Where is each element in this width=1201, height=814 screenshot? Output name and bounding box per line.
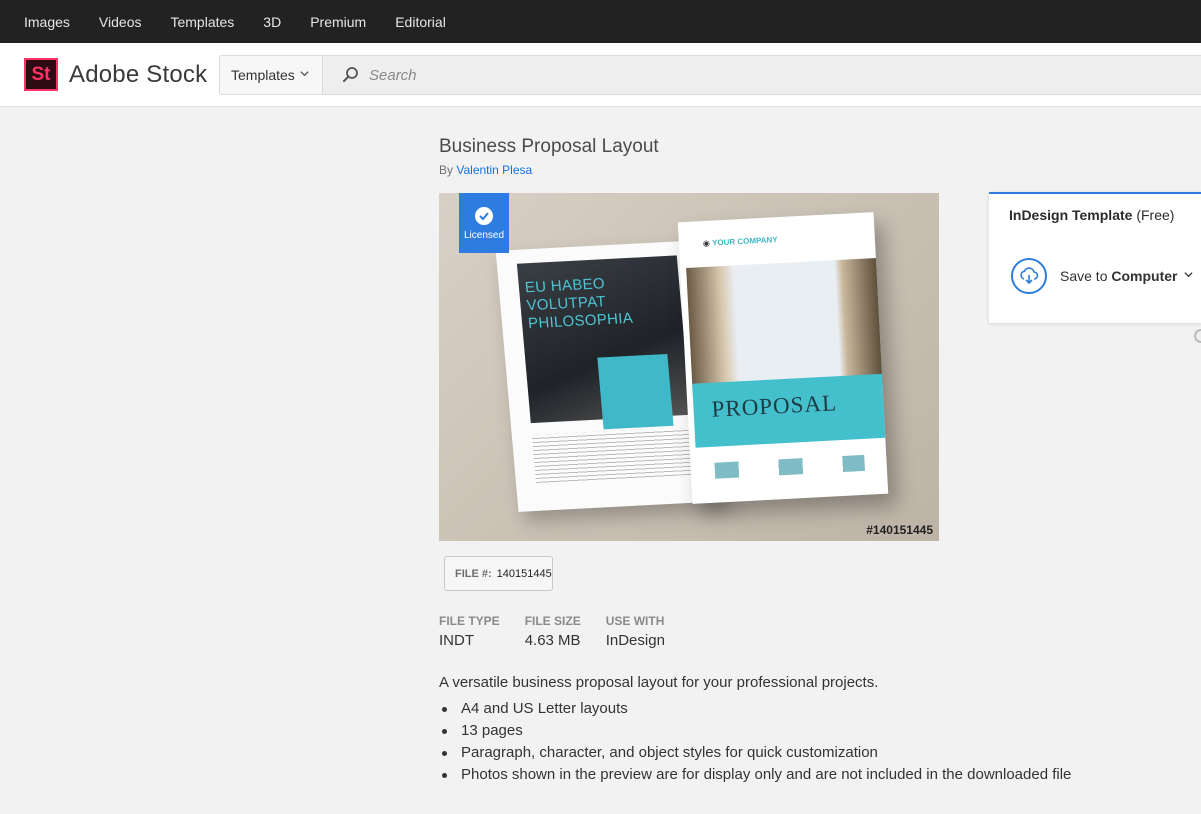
category-dropdown[interactable]: Templates (219, 55, 323, 95)
cloud-download-icon (1011, 258, 1047, 294)
scroll-indicator-icon[interactable] (1194, 329, 1201, 343)
download-panel: InDesign Template (Free) Save to Compute… (989, 192, 1201, 323)
category-label: Templates (231, 67, 295, 83)
chevron-down-icon (300, 69, 309, 81)
spec-key: USE WITH (605, 614, 665, 628)
save-to-label: Save to Computer (1060, 268, 1178, 284)
preview-meta (714, 454, 866, 479)
top-navigation: Images Videos Templates 3D Premium Edito… (0, 0, 1201, 43)
preview-company: ◉ YOUR COMPANY (702, 235, 778, 249)
preview-headline: EU HABEO VOLUTPAT PHILOSOPHIA (524, 275, 634, 333)
asset-preview-image[interactable]: EU HABEO VOLUTPAT PHILOSOPHIA ◉ YOUR COM… (439, 193, 939, 541)
check-icon (475, 207, 493, 225)
license-type-label: InDesign Template (1009, 207, 1133, 223)
nav-videos[interactable]: Videos (99, 14, 142, 30)
list-item: A4 and US Letter layouts (439, 698, 1071, 720)
feature-list: A4 and US Letter layouts 13 pages Paragr… (439, 698, 1071, 786)
by-label: By (439, 163, 454, 177)
adobe-stock-logo-icon[interactable]: St (24, 58, 58, 91)
spec-key: FILE TYPE (439, 614, 500, 628)
list-item: 13 pages (439, 720, 1071, 742)
preview-company-text: YOUR COMPANY (711, 235, 778, 248)
file-number-value: 140151445 (496, 567, 552, 580)
spec-file-type: FILE TYPE INDT (439, 614, 500, 649)
spec-value: 4.63 MB (524, 632, 581, 649)
logo-text[interactable]: Adobe Stock (69, 61, 207, 89)
file-number-button[interactable]: FILE #: 140151445 (444, 556, 553, 591)
teal-block (597, 353, 674, 430)
spec-value: InDesign (605, 632, 665, 649)
nav-editorial[interactable]: Editorial (395, 14, 446, 30)
chevron-down-icon (1183, 270, 1193, 282)
asset-description: A versatile business proposal layout for… (439, 674, 879, 691)
asset-title: Business Proposal Layout (439, 136, 659, 157)
list-item: Photos shown in the preview are for disp… (439, 764, 1071, 786)
file-specs: FILE TYPE INDT FILE SIZE 4.63 MB USE WIT… (439, 614, 690, 649)
spec-value: INDT (439, 632, 474, 649)
nav-3d[interactable]: 3D (263, 14, 281, 30)
search-input[interactable] (369, 66, 969, 84)
image-file-tag: #140151445 (866, 523, 933, 537)
nav-images[interactable]: Images (24, 14, 70, 30)
site-header: St Adobe Stock Templates (0, 43, 1201, 107)
licensed-label: Licensed (463, 230, 505, 241)
building-photo (686, 258, 883, 394)
preview-page-right: ◉ YOUR COMPANY PROPOSAL (677, 212, 889, 504)
author-link[interactable]: Valentin Plesa (456, 163, 532, 177)
nav-templates[interactable]: Templates (170, 14, 234, 30)
save-to-button[interactable]: Save to Computer (1011, 258, 1193, 294)
search-icon[interactable] (342, 66, 360, 84)
byline: By Valentin Plesa (439, 163, 532, 177)
file-number-label: FILE #: (455, 567, 492, 580)
text-lines (531, 426, 697, 485)
save-to-text: Save to (1060, 268, 1108, 284)
spec-use-with: USE WITH InDesign (606, 614, 665, 649)
nav-premium[interactable]: Premium (310, 14, 366, 30)
licensed-badge: Licensed (459, 193, 509, 253)
spec-key: FILE SIZE (524, 614, 581, 628)
license-type: InDesign Template (Free) (1009, 207, 1174, 223)
search-bar (322, 55, 1201, 95)
save-destination: Computer (1111, 268, 1178, 284)
spec-file-size: FILE SIZE 4.63 MB (525, 614, 581, 649)
list-item: Paragraph, character, and object styles … (439, 742, 1071, 764)
price-label: (Free) (1136, 207, 1175, 223)
